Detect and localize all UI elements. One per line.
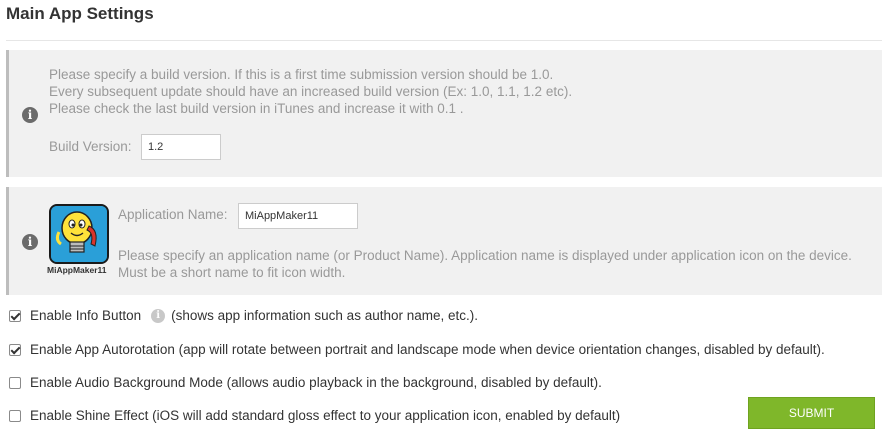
audio-background-label: Enable Audio Background Mode (allows aud…: [30, 375, 602, 390]
application-name-input[interactable]: [238, 203, 358, 229]
option-shine-effect[interactable]: Enable Shine Effect (iOS will add standa…: [9, 408, 620, 423]
build-help-line: Every subsequent update should have an i…: [49, 84, 573, 99]
info-button-label: Enable Info Button: [30, 308, 142, 323]
shine-effect-label: Enable Shine Effect (iOS will add standa…: [30, 408, 621, 423]
info-button-hint: (shows app information such as author na…: [171, 308, 478, 323]
build-version-panel: i Please specify a build version. If thi…: [6, 50, 882, 177]
page-title: Main App Settings: [6, 4, 154, 23]
application-name-help: Please specify an application name (or P…: [118, 248, 852, 280]
build-help-line: Please check the last build version in i…: [49, 101, 464, 116]
app-icon-caption: MiAppMaker11: [47, 265, 107, 275]
autorotation-checkbox[interactable]: [9, 343, 21, 356]
audio-background-checkbox[interactable]: [9, 376, 21, 389]
title-divider: [6, 40, 882, 41]
info-icon: i: [22, 234, 38, 250]
submit-button[interactable]: SUBMIT: [748, 397, 875, 429]
build-version-input[interactable]: [141, 134, 221, 160]
shine-effect-checkbox[interactable]: [9, 409, 21, 422]
lightbulb-phone-mascot-icon: [49, 204, 109, 264]
build-help-line: Please specify a build version. If this …: [49, 67, 554, 82]
autorotation-label: Enable App Autorotation (app will rotate…: [30, 342, 825, 357]
option-info-button[interactable]: Enable Info Button i (shows app informat…: [9, 308, 478, 323]
option-autorotation[interactable]: Enable App Autorotation (app will rotate…: [9, 342, 825, 357]
build-version-help: Please specify a build version. If this …: [49, 66, 572, 117]
info-button-checkbox[interactable]: [9, 309, 21, 322]
option-audio-background[interactable]: Enable Audio Background Mode (allows aud…: [9, 375, 602, 390]
info-icon: i: [22, 107, 38, 123]
build-version-label: Build Version:: [49, 139, 132, 154]
info-icon: i: [151, 308, 166, 323]
application-name-panel: i MiAppMaker11 Application Name: Please …: [6, 187, 882, 295]
application-name-label: Application Name:: [118, 207, 228, 222]
